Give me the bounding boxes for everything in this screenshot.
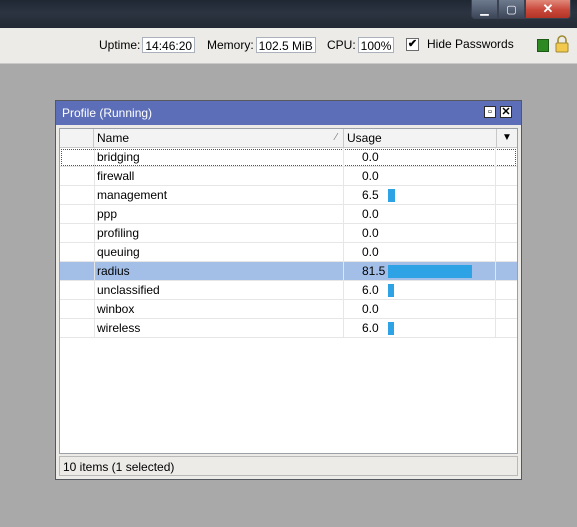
- column-name-label: Name: [97, 131, 130, 145]
- row-flag-cell: [60, 300, 95, 318]
- row-name: ppp: [97, 207, 118, 221]
- row-name: management: [97, 188, 168, 202]
- usage-bar: [388, 189, 395, 202]
- cpu-value: 100%: [357, 37, 395, 53]
- window-title-bar[interactable]: Profile (Running) ▫ ✕: [56, 101, 521, 125]
- usage-bar: [388, 322, 394, 335]
- row-name: wireless: [97, 321, 141, 335]
- table-row[interactable]: management 6.5: [60, 186, 517, 205]
- table-row[interactable]: ppp 0.0: [60, 205, 517, 224]
- row-name: queuing: [97, 245, 140, 259]
- close-icon[interactable]: ✕: [500, 106, 512, 118]
- dropdown-icon[interactable]: ▼: [497, 129, 517, 147]
- row-usage: 0.0: [362, 302, 379, 316]
- row-name: winbox: [97, 302, 135, 316]
- table-row[interactable]: winbox 0.0: [60, 300, 517, 319]
- restore-icon[interactable]: ▫: [484, 106, 496, 118]
- table-row[interactable]: bridging 0.0: [60, 148, 517, 167]
- row-usage: 0.0: [362, 169, 379, 183]
- table-row[interactable]: firewall 0.0: [60, 167, 517, 186]
- uptime-label: Uptime:: [99, 38, 141, 52]
- sort-icon: ⁄: [335, 132, 337, 143]
- table-row[interactable]: wireless 6.0: [60, 319, 517, 338]
- memory-label: Memory:: [207, 38, 254, 52]
- app-title-bar: ▁ ▢ ✕: [0, 0, 577, 28]
- row-usage: 6.5: [362, 188, 379, 202]
- uptime-group: Uptime: 14:46:20: [99, 37, 196, 53]
- maximize-button[interactable]: ▢: [498, 0, 525, 19]
- cpu-group: CPU: 100%: [327, 37, 395, 53]
- status-footer: 10 items (1 selected): [59, 456, 518, 476]
- row-flag-cell: [60, 262, 95, 280]
- window-controls: ▁ ▢ ✕: [471, 0, 571, 20]
- lock-icon: [555, 35, 569, 53]
- row-flag-cell: [60, 167, 95, 185]
- list-header: Name ⁄ Usage ▼: [60, 129, 517, 148]
- table-row[interactable]: queuing 0.0: [60, 243, 517, 262]
- cpu-label: CPU:: [327, 38, 356, 52]
- memory-group: Memory: 102.5 MiB: [207, 37, 316, 53]
- profile-list: Name ⁄ Usage ▼ bridging 0.0 firewall 0.0 man…: [59, 128, 518, 454]
- row-flag-cell: [60, 205, 95, 223]
- uptime-value: 14:46:20: [142, 37, 196, 53]
- row-flag-cell: [60, 224, 95, 242]
- status-bar: Uptime: 14:46:20 Memory: 102.5 MiB CPU: …: [0, 28, 577, 64]
- row-flag-cell: [60, 186, 95, 204]
- column-usage-header[interactable]: Usage: [344, 129, 497, 147]
- row-name: bridging: [97, 150, 140, 164]
- memory-value: 102.5 MiB: [255, 37, 316, 53]
- table-row[interactable]: radius 81.5: [60, 262, 517, 281]
- usage-bar: [388, 265, 472, 278]
- header-blank: [60, 129, 94, 147]
- row-usage: 0.0: [362, 207, 379, 221]
- row-usage: 6.0: [362, 321, 379, 335]
- usage-bar: [388, 284, 394, 297]
- minimize-button[interactable]: ▁: [471, 0, 498, 19]
- hide-passwords-label: Hide Passwords: [427, 37, 514, 51]
- table-row[interactable]: unclassified 6.0: [60, 281, 517, 300]
- table-row[interactable]: profiling 0.0: [60, 224, 517, 243]
- row-usage: 81.5: [362, 264, 386, 278]
- column-name-header[interactable]: Name ⁄: [94, 129, 344, 147]
- list-rows: bridging 0.0 firewall 0.0 management 6.5 ppp 0.…: [60, 148, 517, 338]
- row-flag-cell: [60, 243, 95, 261]
- row-flag-cell: [60, 281, 95, 299]
- row-flag-cell: [60, 148, 95, 166]
- row-usage: 0.0: [362, 150, 379, 164]
- window-title: Profile (Running): [62, 106, 153, 120]
- column-usage-label: Usage: [347, 131, 382, 145]
- hide-passwords-toggle[interactable]: ✔ Hide Passwords: [406, 37, 514, 51]
- row-usage: 6.0: [362, 283, 379, 297]
- row-name: unclassified: [97, 283, 160, 297]
- row-name: firewall: [97, 169, 135, 183]
- profile-window: Profile (Running) ▫ ✕ Name ⁄ Usage ▼ bri…: [55, 100, 522, 480]
- hide-passwords-checkbox[interactable]: ✔: [406, 37, 419, 51]
- row-name: profiling: [97, 226, 140, 240]
- close-button[interactable]: ✕: [525, 0, 571, 19]
- row-usage: 0.0: [362, 226, 379, 240]
- row-usage: 0.0: [362, 245, 379, 259]
- row-flag-cell: [60, 319, 95, 337]
- row-name: radius: [97, 264, 130, 278]
- status-indicator: [537, 39, 549, 52]
